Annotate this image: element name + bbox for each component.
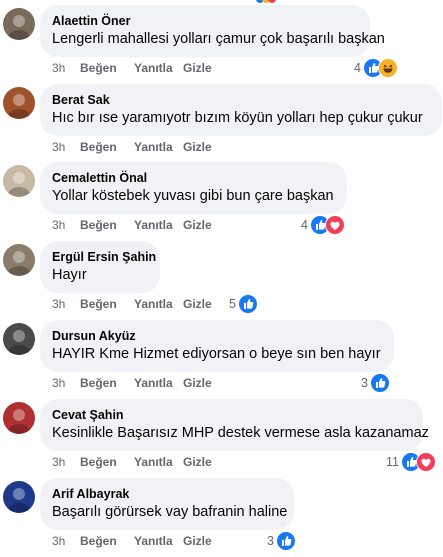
reply-button[interactable]: Yanıtla (134, 296, 173, 312)
reaction-summary[interactable]: 4 (301, 215, 345, 235)
hide-button[interactable]: Gizle (183, 217, 212, 233)
like-icon (238, 294, 258, 314)
reply-button[interactable]: Yanıtla (134, 533, 173, 549)
comment-text: Hıc bır ıse yaramıyotr bızım köyün yolla… (52, 110, 423, 126)
comment-bubble: Arif Albayrak Başarılı görürsek vay bafr… (40, 478, 294, 530)
comment-author[interactable]: Alaettin Öner (52, 13, 358, 29)
comment: Berat Sak Hıc bır ıse yaramıyotr bızım k… (0, 79, 443, 158)
avatar[interactable] (3, 87, 35, 119)
comment-text: Lengerli mahallesi yolları çamur çok baş… (52, 31, 385, 47)
comment-timestamp[interactable]: 3h (52, 217, 65, 233)
hide-button[interactable]: Gizle (183, 296, 212, 312)
avatar[interactable] (3, 402, 35, 434)
like-icon (276, 531, 296, 551)
avatar[interactable] (3, 8, 35, 40)
comment-text: Yollar köstebek yuvası gibi bun çare baş… (52, 188, 334, 204)
comment-author[interactable]: Cevat Şahin (52, 407, 411, 423)
reaction-count: 4 (354, 61, 361, 75)
reaction-summary[interactable]: 5 (229, 294, 258, 314)
comment-author[interactable]: Cemalettin Önal (52, 170, 335, 186)
reply-button[interactable]: Yanıtla (134, 454, 173, 470)
comment-timestamp[interactable]: 3h (52, 139, 65, 155)
reaction-count: 3 (267, 534, 274, 548)
reply-button[interactable]: Yanıtla (134, 375, 173, 391)
love-icon (325, 215, 345, 235)
comment-text: Başarılı görürsek vay bafranin haline (52, 504, 288, 520)
reaction-summary[interactable]: 4 (354, 58, 398, 78)
hide-button[interactable]: Gizle (183, 533, 212, 549)
comment-author[interactable]: Arif Albayrak (52, 486, 282, 502)
avatar[interactable] (3, 165, 35, 197)
reaction-count: 5 (229, 297, 236, 311)
like-button[interactable]: Beğen (80, 139, 117, 155)
comment-bubble: Ergül Ersin Şahin Hayır (40, 241, 160, 293)
like-button[interactable]: Beğen (80, 296, 117, 312)
reaction-summary[interactable]: 3 (267, 531, 296, 551)
like-icon (370, 373, 390, 393)
comment: Ergül Ersin Şahin Hayır 3h Beğen Yanıtla… (0, 236, 443, 315)
hide-button[interactable]: Gizle (183, 454, 212, 470)
like-button[interactable]: Beğen (80, 375, 117, 391)
like-button[interactable]: Beğen (80, 217, 117, 233)
comment-bubble: Cevat Şahin Kesinlikle Başarısız MHP des… (40, 399, 429, 451)
comment: Arif Albayrak Başarılı görürsek vay bafr… (0, 473, 443, 552)
hide-button[interactable]: Gizle (183, 139, 212, 155)
comment-text: Hayır (52, 267, 87, 283)
comment-timestamp[interactable]: 3h (52, 375, 65, 391)
comment-timestamp[interactable]: 3h (52, 454, 65, 470)
hide-button[interactable]: Gizle (183, 375, 212, 391)
comment-bubble: Alaettin Öner Lengerli mahallesi yolları… (40, 5, 385, 57)
reply-button[interactable]: Yanıtla (134, 139, 173, 155)
reaction-count: 4 (301, 218, 308, 232)
comment-timestamp[interactable]: 3h (52, 533, 65, 549)
comment-timestamp[interactable]: 3h (52, 60, 65, 76)
comment-author[interactable]: Ergül Ersin Şahin (52, 249, 156, 265)
hide-button[interactable]: Gizle (183, 60, 212, 76)
reply-button[interactable]: Yanıtla (134, 217, 173, 233)
comment-bubble: Dursun Akyüz HAYIR Kme Hizmet ediyorsan … (40, 320, 394, 372)
comment-text: Kesinlikle Başarısız MHP destek vermese … (52, 425, 429, 441)
comment: Dursun Akyüz HAYIR Kme Hizmet ediyorsan … (0, 315, 443, 394)
comment-text: HAYIR Kme Hizmet ediyorsan o beye sın be… (52, 346, 381, 362)
reaction-count: 11 (386, 455, 399, 469)
comment-author[interactable]: Dursun Akyüz (52, 328, 382, 344)
avatar[interactable] (3, 244, 35, 276)
love-icon (416, 452, 436, 472)
like-button[interactable]: Beğen (80, 454, 117, 470)
comment-timestamp[interactable]: 3h (52, 296, 65, 312)
like-button[interactable]: Beğen (80, 60, 117, 76)
reaction-summary[interactable]: 11 (386, 452, 436, 472)
haha-icon (378, 58, 398, 78)
comment: Cevat Şahin Kesinlikle Başarısız MHP des… (0, 394, 443, 473)
reaction-count: 3 (361, 376, 368, 390)
comment-bubble: Cemalettin Önal Yollar köstebek yuvası g… (40, 162, 347, 214)
avatar[interactable] (3, 481, 35, 513)
like-button[interactable]: Beğen (80, 533, 117, 549)
comment: Cemalettin Önal Yollar köstebek yuvası g… (0, 157, 443, 236)
comment: Alaettin Öner Lengerli mahallesi yolları… (0, 0, 443, 79)
reaction-summary[interactable]: 3 (361, 373, 390, 393)
comment-author[interactable]: Berat Sak (52, 92, 430, 108)
comment-bubble: Berat Sak Hıc bır ıse yaramıyotr bızım k… (40, 84, 442, 136)
reply-button[interactable]: Yanıtla (134, 60, 173, 76)
avatar[interactable] (3, 323, 35, 355)
